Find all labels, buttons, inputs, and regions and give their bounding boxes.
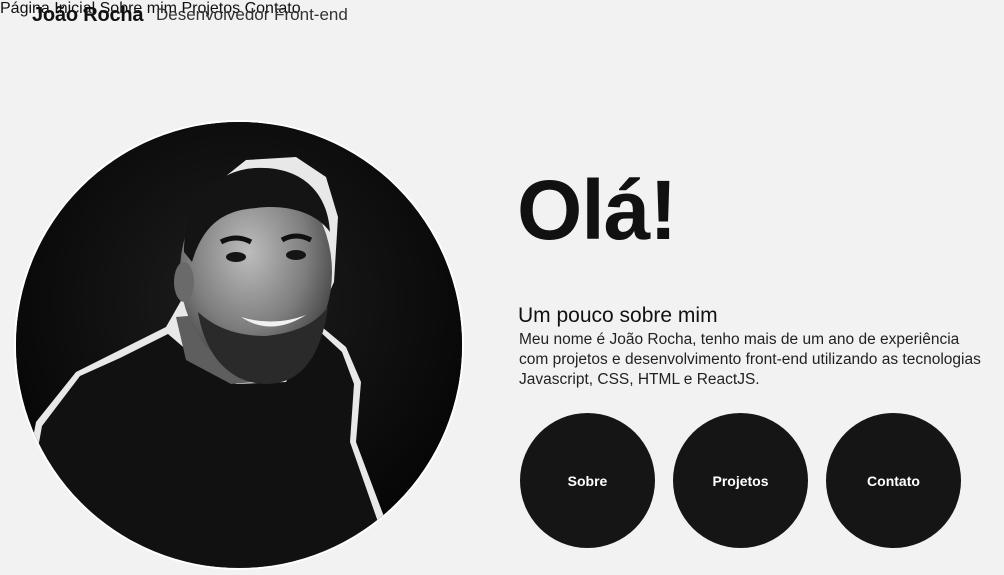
sobre-button[interactable]: Sobre [520,413,655,548]
brand-name[interactable]: João Rocha [32,4,144,27]
hero-greeting: Olá! [517,163,677,257]
profile-photo-illustration [16,122,462,568]
header: João Rocha Desenvolvedor Front-end Págin… [0,0,1004,26]
about-text: Meu nome é João Rocha, tenho mais de um … [519,331,981,388]
main-nav: Página Inicial Sobre mim Projetos Contat… [0,0,1004,18]
projetos-button[interactable]: Projetos [673,413,808,548]
about-title: Um pouco sobre mim [518,304,718,327]
profile-photo [16,122,462,568]
brand-role: Desenvolvedor Front-end [156,5,348,24]
contato-button[interactable]: Contato [826,413,961,548]
